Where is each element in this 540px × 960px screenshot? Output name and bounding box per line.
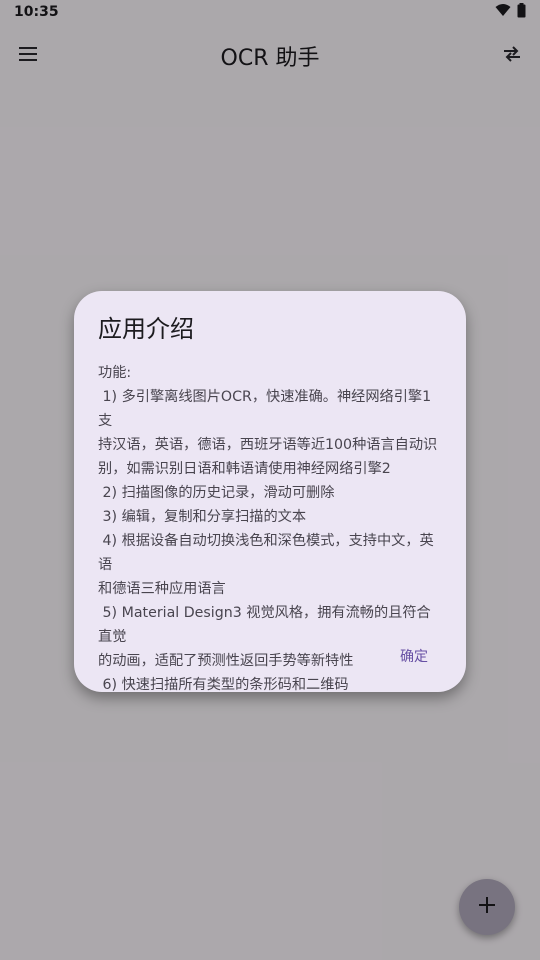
body-line: 的动画，适配了预测性返回手势等新特性 xyxy=(98,653,354,669)
app-intro-dialog: 应用介绍 功能: 1) 多引擎离线图片OCR，快速准确。神经网络引擎1支 持汉语… xyxy=(74,291,466,693)
body-line: 2) 扫描图像的历史记录，滑动可删除 xyxy=(98,485,335,501)
dialog-body: 功能: 1) 多引擎离线图片OCR，快速准确。神经网络引擎1支 持汉语，英语，德… xyxy=(98,361,442,697)
screen: 10:35 OCR 助手 应用介绍 功能: 1) 多引擎离线图片OCR，快速准确… xyxy=(0,0,540,960)
body-line: 别，如需识别日语和韩语请使用神经网络引擎2 xyxy=(98,461,391,477)
body-line: 1) 多引擎离线图片OCR，快速准确。神经网络引擎1支 xyxy=(98,389,432,429)
body-line: 持汉语，英语，德语，西班牙语等近100种语言自动识 xyxy=(98,437,438,453)
body-line: 4) 根据设备自动切换浅色和深色模式，支持中文，英语 xyxy=(98,533,434,573)
dialog-actions: 确定 xyxy=(400,646,428,666)
swap-icon xyxy=(502,45,522,67)
menu-button[interactable] xyxy=(14,42,42,70)
body-line: 和德语三种应用语言 xyxy=(98,581,226,597)
body-line: 5) Material Design3 视觉风格，拥有流畅的且符合直觉 xyxy=(98,605,431,645)
dialog-title: 应用介绍 xyxy=(98,315,194,343)
body-line: 功能: xyxy=(98,365,132,381)
confirm-button[interactable]: 确定 xyxy=(400,646,428,666)
body-line: 6) 快速扫描所有类型的条形码和二维码 xyxy=(98,677,349,693)
body-line: 3) 编辑，复制和分享扫描的文本 xyxy=(98,509,307,525)
swap-button[interactable] xyxy=(498,42,526,70)
menu-icon xyxy=(18,46,38,66)
